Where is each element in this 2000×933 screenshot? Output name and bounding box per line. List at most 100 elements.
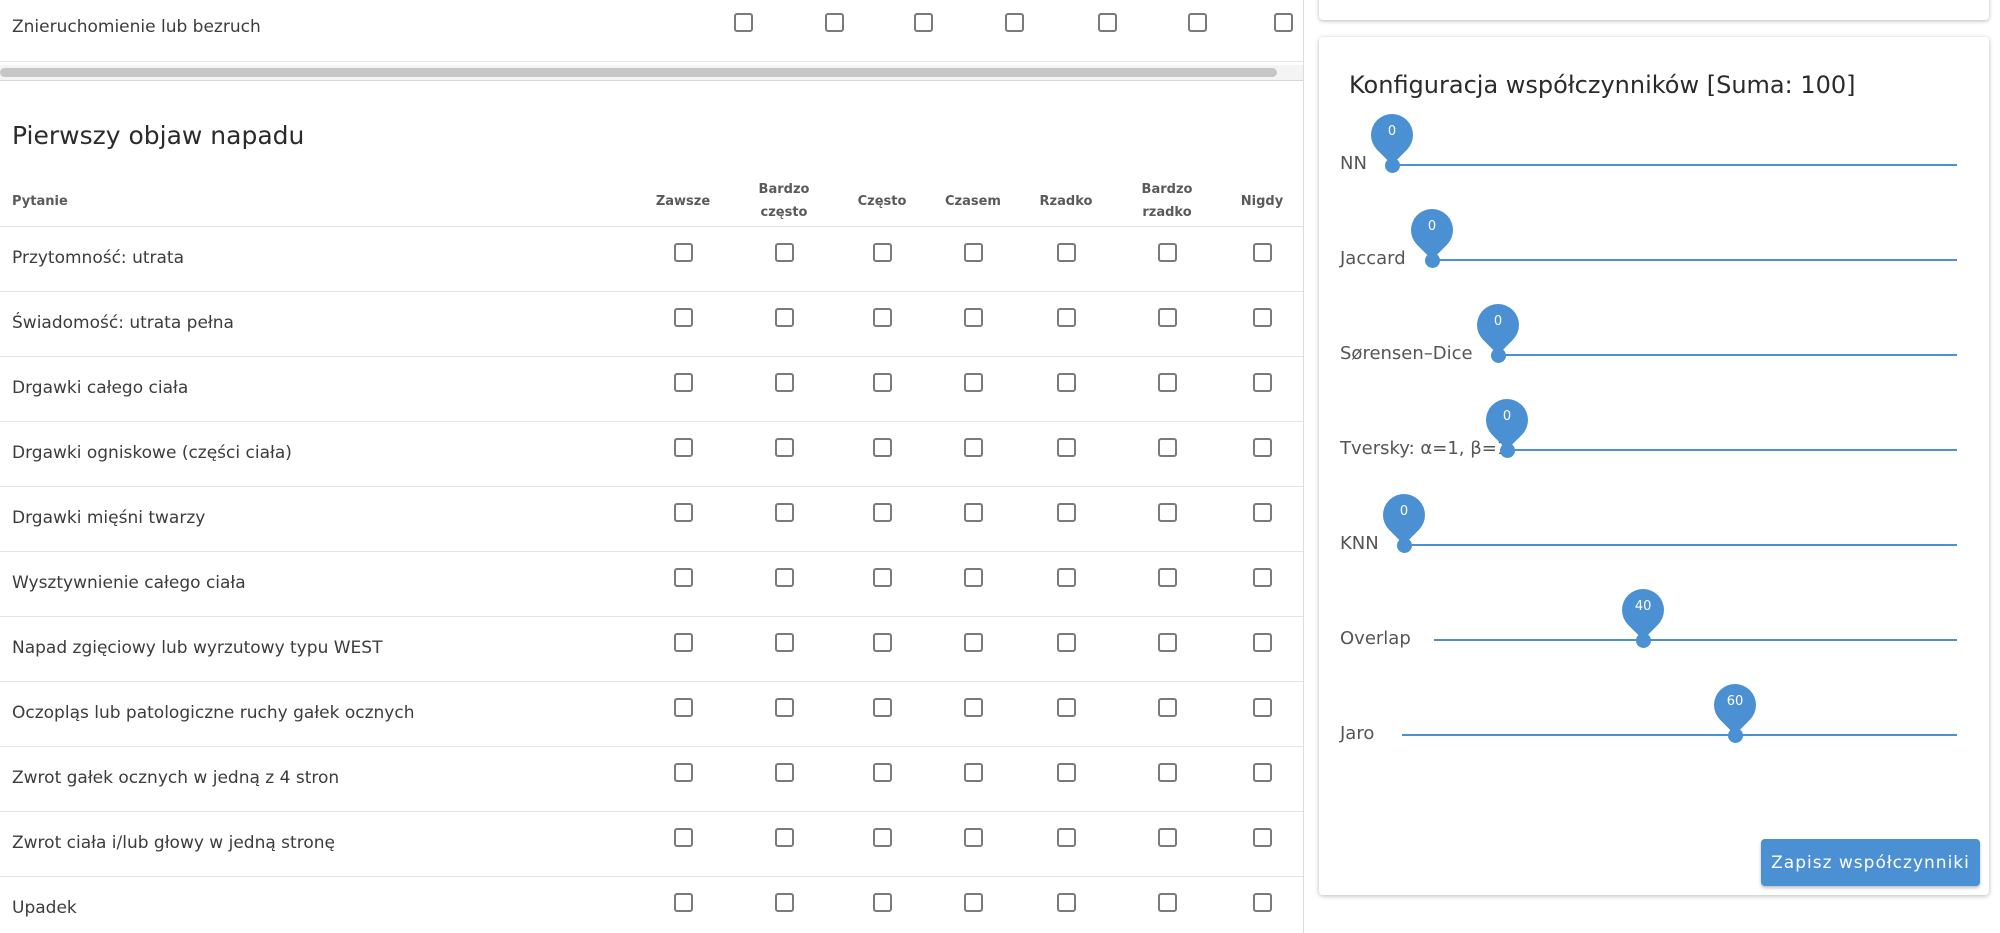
answer-checkbox[interactable]	[873, 698, 892, 717]
answer-checkbox[interactable]	[964, 308, 983, 327]
checkbox[interactable]	[1188, 13, 1207, 32]
checkbox[interactable]	[914, 13, 933, 32]
answer-checkbox[interactable]	[964, 763, 983, 782]
answer-checkbox[interactable]	[1057, 828, 1076, 847]
answer-checkbox[interactable]	[1158, 828, 1177, 847]
answer-checkbox[interactable]	[1253, 308, 1272, 327]
answer-checkbox[interactable]	[964, 698, 983, 717]
answer-checkbox[interactable]	[1253, 373, 1272, 392]
answer-checkbox[interactable]	[674, 633, 693, 652]
answer-checkbox[interactable]	[775, 828, 794, 847]
answer-checkbox[interactable]	[775, 243, 794, 262]
answer-checkbox[interactable]	[964, 503, 983, 522]
answer-checkbox[interactable]	[873, 828, 892, 847]
answer-checkbox[interactable]	[1158, 373, 1177, 392]
answer-checkbox[interactable]	[873, 893, 892, 912]
answer-checkbox[interactable]	[775, 373, 794, 392]
answer-checkbox[interactable]	[1057, 568, 1076, 587]
answer-checkbox[interactable]	[1057, 308, 1076, 327]
answer-checkbox[interactable]	[1057, 763, 1076, 782]
slider-track[interactable]	[1404, 544, 1957, 546]
answer-checkbox[interactable]	[1057, 633, 1076, 652]
answer-checkbox[interactable]	[775, 308, 794, 327]
answer-checkbox[interactable]	[873, 308, 892, 327]
slider-track[interactable]	[1432, 259, 1957, 261]
answer-checkbox[interactable]	[1057, 243, 1076, 262]
answer-checkbox[interactable]	[964, 438, 983, 457]
answer-checkbox[interactable]	[775, 698, 794, 717]
answer-checkbox[interactable]	[674, 243, 693, 262]
horizontal-scrollbar[interactable]	[0, 65, 1303, 81]
slider-thumb[interactable]	[1397, 538, 1412, 553]
answer-checkbox[interactable]	[1158, 893, 1177, 912]
checkbox[interactable]	[825, 13, 844, 32]
coefficient-slider[interactable]: Jaro 60	[1319, 675, 1989, 750]
scrollbar-thumb[interactable]	[0, 68, 1277, 77]
answer-checkbox[interactable]	[1158, 243, 1177, 262]
checkbox[interactable]	[1274, 13, 1293, 32]
answer-checkbox[interactable]	[1057, 373, 1076, 392]
answer-checkbox[interactable]	[873, 373, 892, 392]
answer-checkbox[interactable]	[1057, 438, 1076, 457]
answer-checkbox[interactable]	[674, 373, 693, 392]
coefficient-slider[interactable]: Tversky: α=1, β=1 0	[1319, 390, 1989, 465]
answer-checkbox[interactable]	[1253, 893, 1272, 912]
answer-checkbox[interactable]	[1158, 568, 1177, 587]
answer-checkbox[interactable]	[1253, 438, 1272, 457]
answer-checkbox[interactable]	[1253, 698, 1272, 717]
answer-checkbox[interactable]	[1253, 633, 1272, 652]
answer-checkbox[interactable]	[674, 828, 693, 847]
answer-checkbox[interactable]	[674, 893, 693, 912]
save-coefficients-button[interactable]: Zapisz współczynniki	[1761, 839, 1980, 886]
coefficient-slider[interactable]: Sørensen–Dice 0	[1319, 295, 1989, 370]
answer-checkbox[interactable]	[964, 243, 983, 262]
answer-checkbox[interactable]	[1253, 243, 1272, 262]
answer-checkbox[interactable]	[873, 503, 892, 522]
slider-thumb[interactable]	[1636, 633, 1652, 648]
answer-checkbox[interactable]	[1158, 503, 1177, 522]
answer-checkbox[interactable]	[964, 893, 983, 912]
answer-checkbox[interactable]	[1158, 633, 1177, 652]
answer-checkbox[interactable]	[1158, 698, 1177, 717]
slider-track[interactable]	[1402, 734, 1957, 736]
checkbox[interactable]	[1005, 13, 1024, 32]
slider-thumb[interactable]	[1425, 253, 1440, 268]
answer-checkbox[interactable]	[775, 503, 794, 522]
answer-checkbox[interactable]	[1253, 828, 1272, 847]
answer-checkbox[interactable]	[674, 308, 693, 327]
answer-checkbox[interactable]	[674, 698, 693, 717]
coefficient-slider[interactable]: Jaccard 0	[1319, 200, 1989, 275]
answer-checkbox[interactable]	[1253, 763, 1272, 782]
answer-checkbox[interactable]	[964, 828, 983, 847]
answer-checkbox[interactable]	[1057, 893, 1076, 912]
slider-track[interactable]	[1392, 164, 1957, 166]
slider-thumb[interactable]	[1500, 443, 1515, 458]
answer-checkbox[interactable]	[873, 633, 892, 652]
answer-checkbox[interactable]	[775, 633, 794, 652]
answer-checkbox[interactable]	[674, 763, 693, 782]
coefficient-slider[interactable]: NN 0	[1319, 105, 1989, 180]
answer-checkbox[interactable]	[1057, 503, 1076, 522]
answer-checkbox[interactable]	[1253, 568, 1272, 587]
answer-checkbox[interactable]	[1057, 698, 1076, 717]
answer-checkbox[interactable]	[674, 568, 693, 587]
slider-track[interactable]	[1507, 449, 1957, 451]
answer-checkbox[interactable]	[775, 568, 794, 587]
slider-thumb[interactable]	[1728, 728, 1743, 743]
answer-checkbox[interactable]	[1158, 763, 1177, 782]
answer-checkbox[interactable]	[873, 763, 892, 782]
answer-checkbox[interactable]	[775, 763, 794, 782]
answer-checkbox[interactable]	[775, 893, 794, 912]
slider-thumb[interactable]	[1491, 348, 1506, 363]
answer-checkbox[interactable]	[873, 568, 892, 587]
answer-checkbox[interactable]	[964, 633, 983, 652]
slider-track[interactable]	[1498, 354, 1957, 356]
slider-thumb[interactable]	[1385, 158, 1400, 173]
answer-checkbox[interactable]	[674, 503, 693, 522]
answer-checkbox[interactable]	[964, 568, 983, 587]
coefficient-slider[interactable]: Overlap 40	[1319, 580, 1989, 655]
answer-checkbox[interactable]	[1253, 503, 1272, 522]
answer-checkbox[interactable]	[1158, 308, 1177, 327]
checkbox[interactable]	[1098, 13, 1117, 32]
answer-checkbox[interactable]	[1158, 438, 1177, 457]
